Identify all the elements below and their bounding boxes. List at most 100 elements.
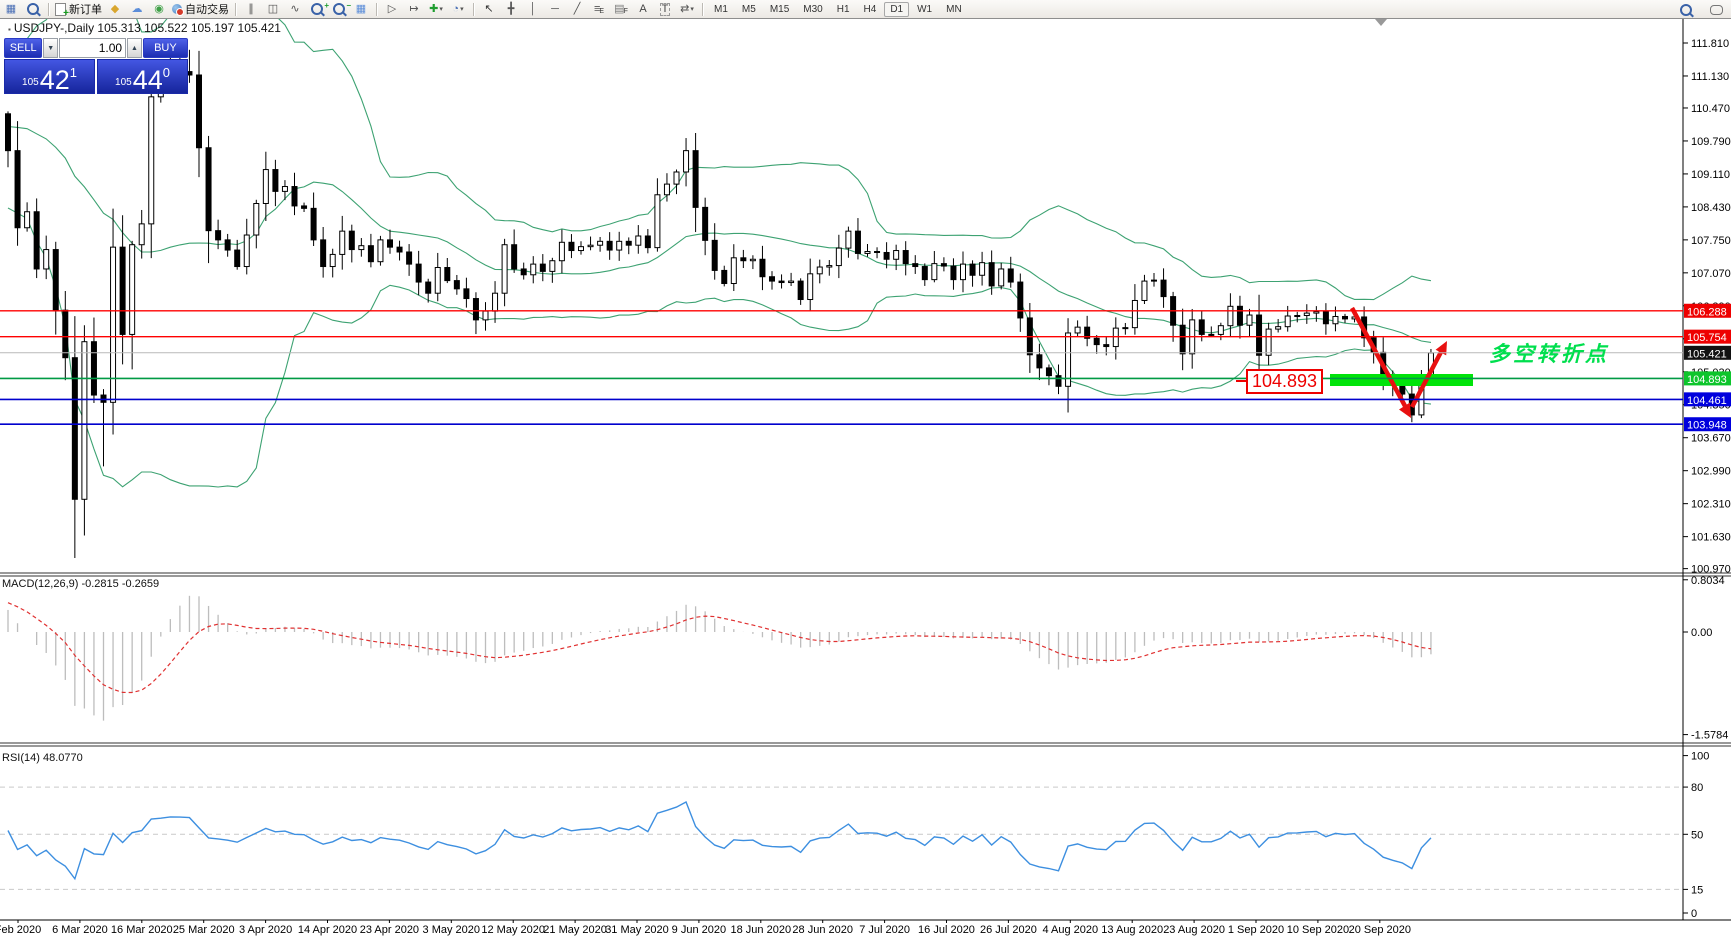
- chart-canvas[interactable]: 111.810 111.130 110.470 109.790 109.110 108.4…: [0, 0, 1731, 936]
- candle-body: [253, 203, 260, 236]
- sell-price-box[interactable]: 105 42 1: [4, 59, 95, 94]
- candle-body: [205, 147, 212, 232]
- date-label: 12 May 2020: [481, 924, 545, 936]
- line-chart-icon[interactable]: ∿: [284, 1, 306, 17]
- candle-body: [1227, 305, 1234, 327]
- candle-body: [711, 239, 718, 271]
- search-icon[interactable]: [1675, 2, 1697, 18]
- candle-body: [129, 244, 136, 335]
- vertical-line-icon[interactable]: │: [522, 1, 544, 17]
- fibonacci-icon[interactable]: ≡ E: [588, 1, 610, 17]
- pivot-annotation-text[interactable]: 多空转折点: [1489, 338, 1609, 368]
- bar-chart-icon[interactable]: ∥: [240, 1, 262, 17]
- timeframe-h4-button[interactable]: H4: [858, 2, 883, 17]
- chart-title: ▪ USDJPY-,Daily 105.313 105.522 105.197 1…: [8, 21, 281, 35]
- axis-tick-label: 107.070: [1691, 268, 1731, 280]
- buy-price-box[interactable]: 105 44 0: [97, 59, 188, 94]
- candle-body: [1093, 337, 1100, 346]
- candle-body: [1017, 281, 1024, 319]
- price-tag-text: 105.754: [1687, 332, 1727, 344]
- candle-body: [797, 280, 804, 301]
- toolbar-items: ▦新订单◆☁◉自动交易∥◫∿+−▦▷↦✚▾◔▾↖╋│─╱≡E▤FAT⇄▾M1M5…: [0, 1, 969, 19]
- timeframe-d1-button[interactable]: D1: [884, 1, 910, 17]
- auto-scroll-icon[interactable]: ▷: [381, 1, 403, 17]
- rsi-panel: [0, 786, 1683, 890]
- date-label: 28 Jun 2020: [792, 924, 853, 936]
- date-label: 1 Sep 2020: [1228, 924, 1284, 936]
- timeframe-m5-button[interactable]: M5: [736, 2, 762, 17]
- candle-body: [472, 298, 479, 321]
- cursor-icon[interactable]: ↖: [478, 1, 500, 17]
- candle-body: [453, 280, 460, 290]
- text-icon[interactable]: A: [632, 1, 654, 17]
- candle-body: [549, 260, 556, 272]
- candle-body: [358, 245, 365, 251]
- candle-body: [406, 251, 413, 265]
- pivot-zone[interactable]: [1330, 374, 1473, 386]
- add-indicator-icon[interactable]: ✚ ▾: [425, 1, 447, 17]
- chart-shift-marker[interactable]: [1375, 19, 1387, 26]
- candle-body: [377, 239, 384, 263]
- crosshair-icon[interactable]: ╋: [500, 1, 522, 17]
- horizontal-line-icon[interactable]: ─: [544, 1, 566, 17]
- publish-chart-icon[interactable]: ☁: [126, 1, 148, 17]
- candle-body: [816, 266, 823, 275]
- sell-button[interactable]: SELL: [4, 38, 43, 58]
- charts-grid-icon[interactable]: ▦: [0, 1, 22, 17]
- axis-tick-label: 100: [1691, 751, 1709, 763]
- buy-button[interactable]: BUY: [142, 38, 188, 58]
- timeframe-h1-button[interactable]: H1: [831, 2, 856, 17]
- timeframe-m15-button[interactable]: M15: [764, 2, 795, 17]
- candle-body: [616, 240, 623, 251]
- candle-body: [310, 207, 317, 241]
- pivot-price-label[interactable]: 104.893: [1246, 369, 1324, 394]
- candle-body: [730, 257, 737, 285]
- candle-body: [683, 150, 690, 173]
- candle-body: [492, 292, 499, 312]
- candle-body: [835, 247, 842, 267]
- grid-icon[interactable]: ▤ F: [610, 1, 632, 17]
- price-tag-text: 104.893: [1687, 374, 1727, 386]
- price-tag-text: 103.948: [1687, 420, 1727, 432]
- candle-body: [1313, 311, 1320, 314]
- chart-shift-icon[interactable]: ↦: [403, 1, 425, 17]
- candlestick-chart-icon[interactable]: ◫: [262, 1, 284, 17]
- trendline-icon[interactable]: ╱: [566, 1, 588, 17]
- candle-body: [301, 205, 308, 209]
- timeframe-mn-button[interactable]: MN: [940, 2, 968, 17]
- date-label: 25 Mar 2020: [173, 924, 235, 936]
- candle-body: [387, 239, 393, 248]
- candle-body: [950, 265, 957, 281]
- chat-icon[interactable]: [1705, 2, 1727, 18]
- candle-body: [1246, 314, 1253, 326]
- timeframe-m1-button[interactable]: M1: [708, 2, 734, 17]
- text-label-icon[interactable]: T: [654, 1, 676, 17]
- toolbar-separator: [473, 2, 474, 16]
- arrows-icon[interactable]: ⇄ ▾: [676, 1, 698, 17]
- tile-windows-icon[interactable]: ▦: [350, 1, 372, 17]
- volume-input[interactable]: [59, 38, 127, 58]
- navigator-search-icon[interactable]: [22, 1, 44, 17]
- globe-glyph: [172, 4, 184, 16]
- mt4-window: ▦新订单◆☁◉自动交易∥◫∿+−▦▷↦✚▾◔▾↖╋│─╱≡E▤FAT⇄▾M1M5…: [0, 0, 1731, 936]
- period-icon[interactable]: ◔ ▾: [447, 1, 469, 17]
- history-center-icon[interactable]: ◆: [104, 1, 126, 17]
- candle-body: [692, 150, 699, 208]
- timeframe-m30-button[interactable]: M30: [797, 2, 828, 17]
- axis-tick-label: 107.750: [1691, 235, 1731, 247]
- volume-increase-button[interactable]: ▲: [127, 38, 142, 58]
- candle-body: [329, 253, 336, 268]
- volume-decrease-button[interactable]: ▼: [43, 38, 59, 58]
- date-label: 23 Apr 2020: [360, 924, 419, 936]
- new-order-icon[interactable]: 新订单: [53, 1, 104, 19]
- zoom-out-icon[interactable]: −: [328, 1, 351, 17]
- candle-body: [654, 194, 661, 249]
- arrow-down-stroke[interactable]: [1350, 306, 1407, 408]
- timeframe-w1-button[interactable]: W1: [911, 2, 938, 17]
- candle-body: [425, 281, 432, 294]
- candle-body: [224, 239, 231, 251]
- signals-icon[interactable]: ◉: [148, 1, 170, 17]
- zoom-in-icon[interactable]: +: [306, 1, 329, 17]
- autotrading-icon[interactable]: 自动交易: [170, 1, 231, 17]
- axis-tick-label: 0: [1691, 908, 1697, 920]
